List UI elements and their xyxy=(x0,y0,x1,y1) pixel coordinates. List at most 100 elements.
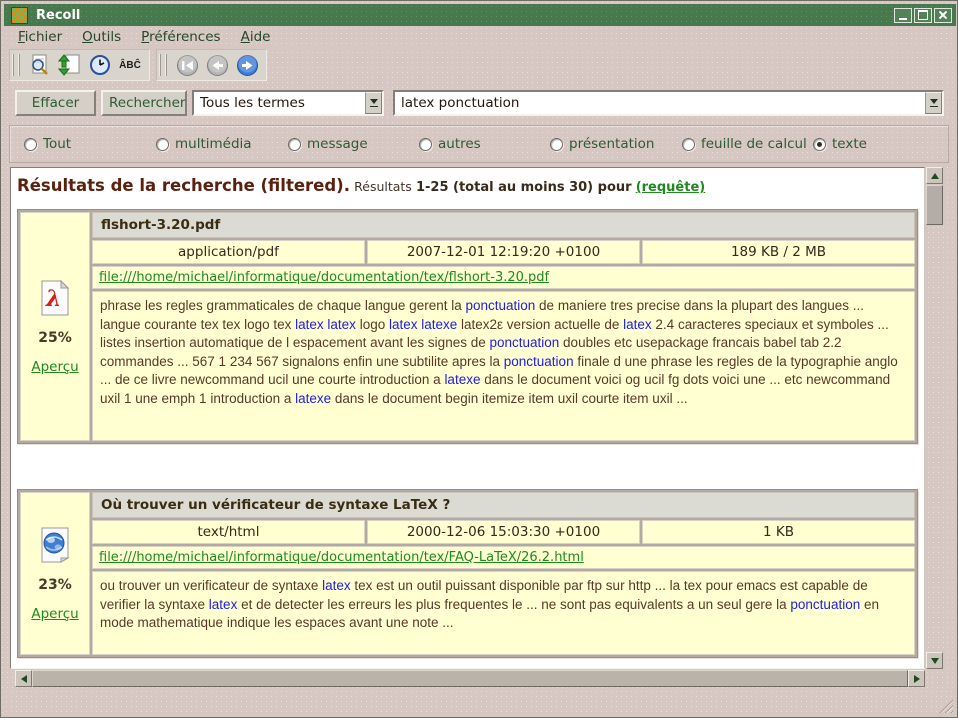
result-info-row: application/pdf 2007-12-01 12:19:20 +010… xyxy=(92,240,915,264)
document-history-icon[interactable] xyxy=(87,52,113,78)
sort-parameters-icon[interactable] xyxy=(57,52,83,78)
search-query-value: latex ponctuation xyxy=(395,95,925,111)
result-size: 1 KB xyxy=(642,520,915,544)
html-page-icon xyxy=(38,526,72,564)
clock-glyph xyxy=(88,53,112,77)
result-size: 189 KB / 2 MB xyxy=(642,240,915,264)
radio-icon xyxy=(156,138,169,151)
preview-link[interactable]: Aperçu xyxy=(31,606,78,622)
filter-tout[interactable]: Tout xyxy=(24,136,71,152)
recoll-window: { "window": { "title": "Recoll" }, "menu… xyxy=(0,0,958,718)
advanced-search-glyph xyxy=(28,53,52,77)
first-page-glyph xyxy=(176,54,199,77)
horizontal-scrollbar xyxy=(15,670,925,687)
menu-preferences[interactable]: Préférences xyxy=(133,27,228,47)
results-range: 1-25 (total au moins 30) pour xyxy=(416,180,632,195)
chevron-down-icon[interactable] xyxy=(365,92,382,114)
relevance-percent: 23% xyxy=(38,577,72,593)
radio-icon xyxy=(24,138,37,151)
toolbar-group-tools: ÂBĈ xyxy=(9,49,150,81)
next-page-glyph xyxy=(236,54,259,77)
vertical-scroll-thumb[interactable] xyxy=(926,185,943,225)
result-mime: application/pdf xyxy=(92,240,365,264)
menu-outils[interactable]: Outils xyxy=(74,27,129,47)
result-1-icon-cell: λ 25% Aperçu xyxy=(20,212,90,441)
arrow-right-icon xyxy=(914,675,920,683)
toolbar-handle[interactable] xyxy=(12,54,20,76)
result-info-row: text/html 2000-12-06 15:03:30 +0100 1 KB xyxy=(92,520,915,544)
result-snippet: ou trouver un verificateur de syntaxe la… xyxy=(92,571,915,655)
svg-text:λ: λ xyxy=(45,286,61,312)
vertical-scrollbar xyxy=(926,167,945,669)
sort-parameters-glyph xyxy=(58,53,82,77)
results-list: Résultats de la recherche (filtered). Ré… xyxy=(10,167,925,669)
filter-autres[interactable]: autres xyxy=(419,136,481,152)
results-header: Résultats de la recherche (filtered). Ré… xyxy=(17,176,919,195)
result-url-link[interactable]: file:///home/michael/informatique/docume… xyxy=(99,270,549,285)
search-button[interactable]: Rechercher xyxy=(101,90,187,116)
radio-icon xyxy=(288,138,301,151)
menu-aide[interactable]: Aide xyxy=(233,27,279,47)
result-snippet: phrase les regles grammaticales de chaqu… xyxy=(92,291,915,441)
result-mime: text/html xyxy=(92,520,365,544)
filter-feuille-de-calcul[interactable]: feuille de calcul xyxy=(682,136,807,152)
close-button[interactable] xyxy=(934,8,952,23)
relevance-percent: 25% xyxy=(38,330,72,346)
next-page-icon[interactable] xyxy=(234,52,260,78)
horizontal-scroll-thumb[interactable] xyxy=(32,670,908,687)
filter-texte[interactable]: texte xyxy=(813,136,867,152)
result-2-icon-cell: 23% Aperçu xyxy=(20,492,90,655)
result-title[interactable]: flshort-3.20.pdf xyxy=(92,212,915,238)
scroll-up-button[interactable] xyxy=(926,167,943,184)
clear-button[interactable]: Effacer xyxy=(15,90,96,116)
arrow-down-icon xyxy=(931,658,939,664)
titlebar[interactable]: Recoll xyxy=(4,4,956,26)
result-url-row: file:///home/michael/informatique/docume… xyxy=(92,266,915,289)
radio-icon xyxy=(550,138,563,151)
search-query-combobox[interactable]: latex ponctuation xyxy=(393,90,944,116)
vertical-scroll-trough[interactable] xyxy=(926,225,945,652)
search-mode-combobox[interactable]: Tous les termes xyxy=(192,90,384,116)
arrow-left-icon xyxy=(21,675,27,683)
maximize-button[interactable] xyxy=(914,8,932,23)
result-2-body: Où trouver un vérificateur de syntaxe La… xyxy=(92,492,915,655)
results-label: Résultats xyxy=(354,179,412,194)
filter-multimedia[interactable]: multimédia xyxy=(156,136,252,152)
prev-page-icon[interactable] xyxy=(204,52,230,78)
term-explorer-icon[interactable]: ÂBĈ xyxy=(117,52,143,78)
search-row: Effacer Rechercher Tous les termes latex… xyxy=(1,89,958,117)
search-mode-value: Tous les termes xyxy=(194,95,365,111)
scroll-down-button[interactable] xyxy=(926,652,943,669)
advanced-search-icon[interactable] xyxy=(27,52,53,78)
radio-icon xyxy=(813,138,826,151)
abc-glyph: ÂBĈ xyxy=(119,60,141,71)
prev-page-glyph xyxy=(206,54,229,77)
query-link[interactable]: (requête) xyxy=(636,180,706,195)
status-bar xyxy=(4,689,956,715)
result-card-1: λ 25% Aperçu flshort-3.20.pdf applicatio… xyxy=(17,209,918,444)
result-url-link[interactable]: file:///home/michael/informatique/docume… xyxy=(99,550,584,565)
maximize-icon xyxy=(918,10,928,20)
menu-fichier[interactable]: Fichier xyxy=(10,27,70,47)
result-date: 2000-12-06 15:03:30 +0100 xyxy=(367,520,640,544)
minimize-icon xyxy=(899,18,907,20)
result-card-2: 23% Aperçu Où trouver un vérificateur de… xyxy=(17,489,918,658)
result-1-body: flshort-3.20.pdf application/pdf 2007-12… xyxy=(92,212,915,441)
pdf-icon: λ xyxy=(38,279,72,317)
toolbar-handle[interactable] xyxy=(159,54,167,76)
filter-presentation[interactable]: présentation xyxy=(550,136,654,152)
category-filter-panel: Tout multimédia message autres présentat… xyxy=(9,125,949,163)
scroll-left-button[interactable] xyxy=(15,670,32,687)
scroll-right-button[interactable] xyxy=(908,670,925,687)
arrow-up-icon xyxy=(931,173,939,179)
preview-link[interactable]: Aperçu xyxy=(31,359,78,375)
filter-message[interactable]: message xyxy=(288,136,368,152)
result-title[interactable]: Où trouver un vérificateur de syntaxe La… xyxy=(92,492,915,518)
result-date: 2007-12-01 12:19:20 +0100 xyxy=(367,240,640,264)
toolbar-group-nav xyxy=(156,49,267,81)
radio-icon xyxy=(682,138,695,151)
first-page-icon[interactable] xyxy=(174,52,200,78)
window-controls xyxy=(894,8,952,23)
chevron-down-icon[interactable] xyxy=(925,92,942,114)
minimize-button[interactable] xyxy=(894,8,912,23)
